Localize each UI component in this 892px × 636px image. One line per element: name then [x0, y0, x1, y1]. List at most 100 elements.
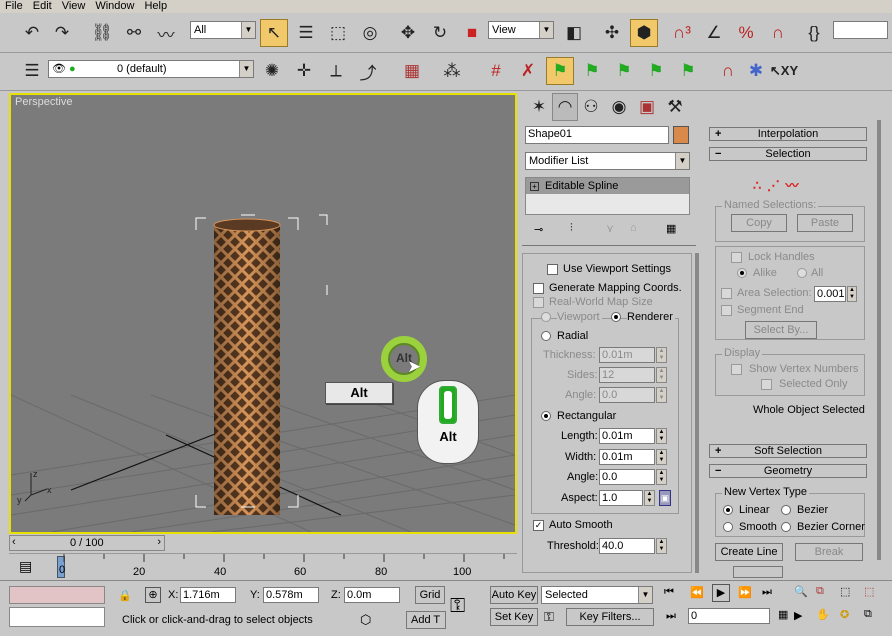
track-bar[interactable]: ▤ 0 20 40 60 80 100: [9, 553, 517, 579]
move-icon[interactable]: ✥: [394, 19, 422, 47]
show-vertex-numbers-checkbox[interactable]: [731, 364, 742, 375]
renderer-radio[interactable]: [611, 312, 621, 322]
alike-radio[interactable]: [737, 268, 747, 278]
key-mode-dropdown[interactable]: Selected ▼: [541, 586, 653, 604]
time-slider-right-arrow[interactable]: ›: [157, 536, 161, 548]
named-selection-field[interactable]: [833, 21, 888, 39]
auto-smooth-checkbox[interactable]: ✓: [533, 520, 544, 531]
hierarchy-tab-icon[interactable]: ⚇: [578, 93, 604, 121]
set-key-mode-icon[interactable]: ⚿: [450, 595, 465, 618]
snap-options-icon[interactable]: ∩: [714, 57, 742, 85]
arc-rotate-icon[interactable]: ✪: [840, 608, 849, 621]
interpolation-rollout[interactable]: + Interpolation: [709, 127, 867, 141]
viewport-radio[interactable]: [541, 312, 551, 322]
all-radio[interactable]: [797, 268, 807, 278]
angle-snap-icon[interactable]: ∠: [700, 19, 728, 47]
object-color-swatch[interactable]: [673, 126, 689, 144]
spinner-arrows-icon[interactable]: ▲ ▼: [656, 347, 667, 363]
edit-named-selection-icon[interactable]: {}: [800, 19, 828, 47]
geometry-rollout[interactable]: − Geometry: [709, 464, 867, 478]
layer-dropdown[interactable]: 👁 ● 0 (default) ▼: [48, 60, 254, 78]
rotate-icon[interactable]: ↻: [426, 19, 454, 47]
selected-only-checkbox[interactable]: [761, 379, 772, 390]
viewport-label[interactable]: Perspective: [15, 96, 72, 108]
segment-end-checkbox[interactable]: [721, 305, 732, 316]
spinner-arrows-icon[interactable]: ▲ ▼: [656, 538, 667, 554]
area-selection-field[interactable]: 0.001m: [814, 286, 846, 302]
zoom-extents-all-icon[interactable]: ⬚: [864, 585, 874, 598]
spinner-arrows-icon[interactable]: ▲ ▼: [656, 387, 667, 403]
rollout-scrollbar[interactable]: [877, 120, 881, 560]
sides-field[interactable]: 12 ▲ ▼: [599, 367, 667, 383]
snap-display-icon[interactable]: ✱: [742, 57, 770, 85]
spinner-arrows-icon[interactable]: ▲ ▼: [656, 428, 667, 444]
paste-button[interactable]: Paste: [797, 214, 853, 232]
zoom-extents-icon[interactable]: ⬚: [840, 585, 850, 598]
create-line-button[interactable]: Create Line: [715, 543, 783, 561]
pivot-center-icon[interactable]: ◧: [560, 19, 588, 47]
use-viewport-settings-checkbox[interactable]: [547, 264, 558, 275]
attach-button-partial[interactable]: [733, 566, 783, 578]
angle2-field[interactable]: 0.0 ▲ ▼: [599, 469, 667, 485]
bind-space-warp-icon[interactable]: 〰: [152, 19, 180, 47]
width-field[interactable]: 0.01m ▲ ▼: [599, 449, 667, 465]
maxscript-listener-top[interactable]: [9, 586, 105, 604]
time-slider-left-arrow[interactable]: ‹: [12, 536, 16, 548]
expand-plus-icon[interactable]: +: [530, 182, 539, 191]
perspective-viewport[interactable]: z x y Perspective Alt Alt ➤ Alt: [9, 93, 517, 534]
set-key-button[interactable]: Set Key: [490, 608, 538, 626]
key-filters-button[interactable]: Key Filters...: [566, 608, 654, 626]
key-mode-toggle-icon[interactable]: ⏭: [666, 610, 676, 623]
z-coordinate-field[interactable]: 0.0m: [344, 587, 400, 603]
make-unique-icon[interactable]: ⋎: [606, 222, 614, 235]
current-frame-field[interactable]: 0: [688, 608, 770, 624]
break-button[interactable]: Break: [795, 543, 863, 561]
threshold-field[interactable]: 40.0 ▲ ▼: [599, 538, 667, 554]
undo-icon[interactable]: ↶: [18, 19, 46, 47]
select-layer-icon[interactable]: ⟂: [322, 57, 350, 85]
motion-tab-icon[interactable]: ◉: [606, 93, 632, 121]
linear-radio[interactable]: [723, 505, 733, 515]
rectangular-radio[interactable]: [541, 411, 551, 421]
maxscript-listener-bottom[interactable]: [9, 607, 105, 627]
add-time-tag-button[interactable]: Add T: [406, 611, 446, 629]
menu-help[interactable]: Help: [139, 0, 172, 13]
snap-face-icon[interactable]: ⚑: [674, 57, 702, 85]
aspect-field[interactable]: 1.0 ▲ ▼: [599, 490, 655, 506]
spinner-arrows-icon[interactable]: ▲ ▼: [656, 449, 667, 465]
snap-pivot-icon[interactable]: ✗: [514, 57, 542, 85]
object-name-field[interactable]: Shape01: [525, 126, 669, 144]
go-to-end-icon[interactable]: ⏭: [762, 586, 772, 599]
set-current-layer-icon[interactable]: ⤴: [354, 57, 382, 85]
pin-stack-icon[interactable]: ⊸: [534, 223, 543, 236]
visibility-eye-icon[interactable]: 👁: [52, 61, 66, 77]
spinner-arrows-icon[interactable]: ▲ ▼: [644, 490, 655, 506]
aspect-lock-icon[interactable]: ▣: [659, 490, 671, 506]
thickness-field[interactable]: 0.01m ▲ ▼: [599, 347, 667, 363]
snap-endpoint-icon[interactable]: ⚑: [578, 57, 606, 85]
radial-radio[interactable]: [541, 331, 551, 341]
spinner-arrows-icon[interactable]: ▲ ▼: [656, 469, 667, 485]
time-tag-icon[interactable]: ⬡: [360, 612, 371, 628]
snaps-toggle-icon[interactable]: ∩³: [668, 19, 696, 47]
auto-key-button[interactable]: Auto Key: [490, 586, 538, 604]
set-key-small-icon[interactable]: ⚿: [544, 609, 554, 625]
selection-filter-dropdown[interactable]: All ▼: [190, 21, 256, 39]
utilities-tab-icon[interactable]: ⚒: [662, 93, 688, 121]
next-frame-icon[interactable]: ⏩: [738, 586, 752, 599]
select-and-link-icon[interactable]: ⛓: [88, 19, 116, 47]
real-world-map-checkbox[interactable]: [533, 297, 544, 308]
angle-field[interactable]: 0.0 ▲ ▼: [599, 387, 667, 403]
smooth-radio[interactable]: [723, 522, 733, 532]
selection-rollout[interactable]: − Selection: [709, 147, 867, 161]
array-icon[interactable]: ⁂: [438, 57, 466, 85]
redo-icon[interactable]: ↷: [48, 19, 76, 47]
bezier-radio[interactable]: [781, 505, 791, 515]
snap-grid-points-icon[interactable]: #: [482, 57, 510, 85]
absolute-mode-icon[interactable]: ⊕: [145, 587, 161, 603]
lock-handles-checkbox[interactable]: [731, 252, 742, 263]
menu-view[interactable]: View: [57, 0, 91, 13]
time-configuration-icon[interactable]: ▦: [778, 608, 788, 621]
show-end-result-icon[interactable]: ⫶: [570, 222, 573, 235]
select-by-name-icon[interactable]: ☰: [292, 19, 320, 47]
